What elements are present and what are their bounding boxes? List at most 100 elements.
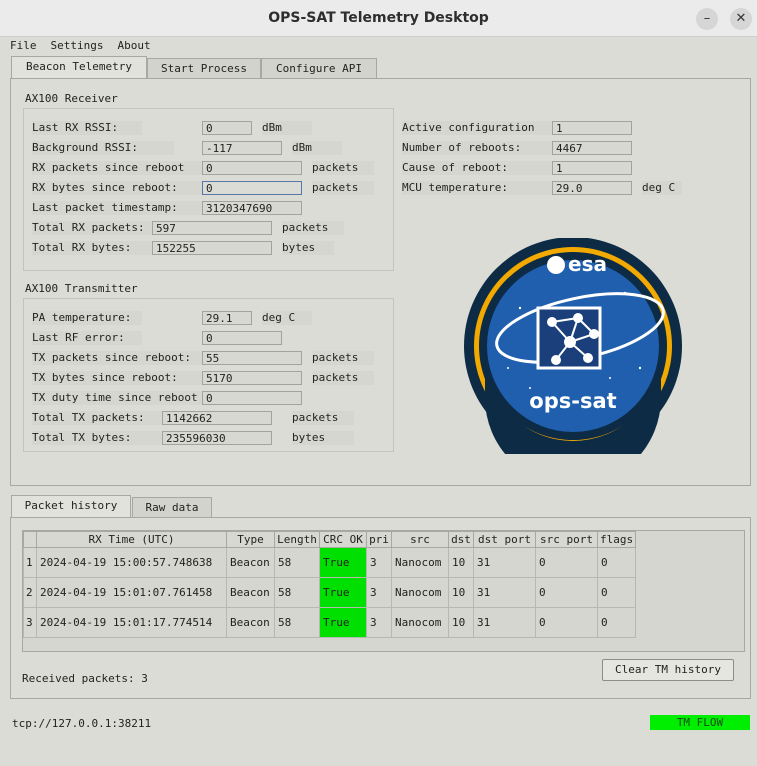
cell-src-port[interactable]: 0 — [535, 547, 598, 578]
total-rx-packets-field[interactable]: 597 — [152, 221, 272, 235]
tab-raw-data[interactable]: Raw data — [132, 497, 212, 518]
col-length[interactable]: Length — [274, 531, 320, 548]
history-header-row: RX Time (UTC) Type Length CRC OK pri src… — [23, 531, 637, 548]
total-rx-packets-label: Total RX packets: — [32, 221, 152, 235]
tm-flow-indicator: TM FLOW — [650, 715, 750, 730]
col-dst[interactable]: dst — [448, 531, 474, 548]
tab-start-process[interactable]: Start Process — [147, 58, 261, 79]
received-packets-count: Received packets: 3 — [22, 672, 148, 685]
last-packet-timestamp-label: Last packet timestamp: — [32, 201, 202, 215]
bg-rssi-field[interactable]: -117 — [202, 141, 282, 155]
tab-packet-history[interactable]: Packet history — [11, 495, 131, 518]
total-rx-packets-unit: packets — [282, 221, 344, 235]
cell-rx-time[interactable]: 2024-04-19 15:01:07.761458 — [36, 577, 227, 608]
minimize-button[interactable]: – — [696, 8, 718, 30]
tx-duty-time-field[interactable]: 0 — [202, 391, 302, 405]
tab-beacon-telemetry[interactable]: Beacon Telemetry — [11, 56, 147, 79]
tab-configure-api[interactable]: Configure API — [261, 58, 377, 79]
table-row[interactable]: 3 2024-04-19 15:01:17.774514 Beacon 58 T… — [23, 607, 637, 638]
cell-flags[interactable]: 0 — [596, 577, 637, 608]
col-src-port[interactable]: src port — [535, 531, 598, 548]
cell-pri[interactable]: 3 — [366, 607, 392, 638]
total-tx-bytes-unit: bytes — [292, 431, 354, 445]
rx-bytes-reboot-field[interactable]: 0 — [202, 181, 302, 195]
cell-length[interactable]: 58 — [274, 547, 320, 578]
cell-type[interactable]: Beacon — [226, 547, 275, 578]
cell-pri[interactable]: 3 — [366, 547, 392, 578]
cell-dst[interactable]: 10 — [448, 607, 474, 638]
menu-about[interactable]: About — [117, 39, 150, 52]
logo-mission-text: ops-sat — [529, 389, 616, 413]
cell-src[interactable]: Nanocom — [391, 577, 449, 608]
mcu-temp-field[interactable]: 29.0 — [552, 181, 632, 195]
cell-src[interactable]: Nanocom — [391, 607, 449, 638]
col-src[interactable]: src — [391, 531, 449, 548]
rx-bytes-reboot-label: RX bytes since reboot: — [32, 181, 202, 195]
total-rx-bytes-label: Total RX bytes: — [32, 241, 152, 255]
cell-length[interactable]: 58 — [274, 607, 320, 638]
cell-dst[interactable]: 10 — [448, 547, 474, 578]
pa-temp-unit: deg C — [262, 311, 312, 325]
col-crc-ok[interactable]: CRC OK — [319, 531, 367, 548]
total-tx-bytes-label: Total TX bytes: — [32, 431, 162, 445]
row-number[interactable]: 1 — [23, 547, 37, 578]
total-rx-bytes-field[interactable]: 152255 — [152, 241, 272, 255]
total-tx-bytes-field[interactable]: 235596030 — [162, 431, 272, 445]
pa-temp-field[interactable]: 29.1 — [202, 311, 252, 325]
tx-packets-reboot-field[interactable]: 55 — [202, 351, 302, 365]
num-reboots-label: Number of reboots: — [402, 141, 552, 155]
active-config-field[interactable]: 1 — [552, 121, 632, 135]
tx-bytes-reboot-unit: packets — [312, 371, 374, 385]
cell-flags[interactable]: 0 — [596, 607, 637, 638]
cell-rx-time[interactable]: 2024-04-19 15:00:57.748638 — [36, 547, 227, 578]
cell-crc-ok[interactable]: True — [319, 607, 367, 638]
total-tx-packets-field[interactable]: 1142662 — [162, 411, 272, 425]
row-number[interactable]: 3 — [23, 607, 37, 638]
active-config-label: Active configuration — [402, 121, 552, 135]
cell-pri[interactable]: 3 — [366, 577, 392, 608]
col-type[interactable]: Type — [226, 531, 275, 548]
tx-packets-reboot-unit: packets — [312, 351, 374, 365]
menu-bar: File Settings About — [10, 39, 165, 52]
reboot-cause-field[interactable]: 1 — [552, 161, 632, 175]
row-number[interactable]: 2 — [23, 577, 37, 608]
cell-src-port[interactable]: 0 — [535, 607, 598, 638]
history-table-frame: RX Time (UTC) Type Length CRC OK pri src… — [22, 530, 745, 652]
rx-rssi-field[interactable]: 0 — [202, 121, 252, 135]
table-row[interactable]: 2 2024-04-19 15:01:07.761458 Beacon 58 T… — [23, 577, 637, 608]
connection-address: tcp://127.0.0.1:38211 — [12, 717, 152, 730]
col-rx-time[interactable]: RX Time (UTC) — [36, 531, 227, 548]
clear-tm-history-button[interactable]: Clear TM history — [602, 659, 734, 681]
col-dst-port[interactable]: dst port — [473, 531, 536, 548]
tx-bytes-reboot-label: TX bytes since reboot: — [32, 371, 202, 385]
cell-flags[interactable]: 0 — [596, 547, 637, 578]
rf-error-field[interactable]: 0 — [202, 331, 282, 345]
close-button[interactable]: ✕ — [730, 8, 752, 30]
cell-dst-port[interactable]: 31 — [473, 547, 536, 578]
table-row[interactable]: 1 2024-04-19 15:00:57.748638 Beacon 58 T… — [23, 547, 637, 578]
cell-crc-ok[interactable]: True — [319, 547, 367, 578]
window-title: OPS-SAT Telemetry Desktop — [268, 10, 489, 26]
cell-type[interactable]: Beacon — [226, 577, 275, 608]
menu-settings[interactable]: Settings — [51, 39, 104, 52]
cell-dst-port[interactable]: 31 — [473, 607, 536, 638]
total-tx-packets-unit: packets — [292, 411, 354, 425]
cell-type[interactable]: Beacon — [226, 607, 275, 638]
last-packet-timestamp-field[interactable]: 3120347690 — [202, 201, 302, 215]
reboot-cause-label: Cause of reboot: — [402, 161, 552, 175]
cell-length[interactable]: 58 — [274, 577, 320, 608]
col-flags[interactable]: flags — [596, 531, 637, 548]
rx-rssi-unit: dBm — [262, 121, 312, 135]
cell-src[interactable]: Nanocom — [391, 547, 449, 578]
cell-src-port[interactable]: 0 — [535, 577, 598, 608]
cell-crc-ok[interactable]: True — [319, 577, 367, 608]
col-pri[interactable]: pri — [366, 531, 392, 548]
cell-dst[interactable]: 10 — [448, 577, 474, 608]
tx-bytes-reboot-field[interactable]: 5170 — [202, 371, 302, 385]
rx-packets-reboot-field[interactable]: 0 — [202, 161, 302, 175]
menu-file[interactable]: File — [10, 39, 37, 52]
cell-dst-port[interactable]: 31 — [473, 577, 536, 608]
bg-rssi-label: Background RSSI: — [32, 141, 174, 155]
num-reboots-field[interactable]: 4467 — [552, 141, 632, 155]
cell-rx-time[interactable]: 2024-04-19 15:01:17.774514 — [36, 607, 227, 638]
